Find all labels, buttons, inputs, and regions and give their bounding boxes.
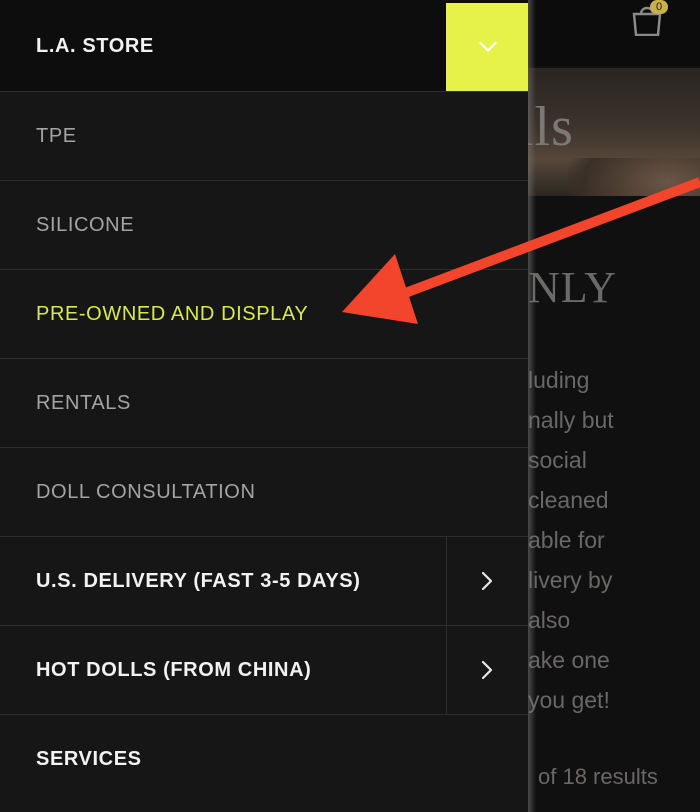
section-title: NLY xyxy=(528,263,618,312)
hero-figure xyxy=(568,158,700,196)
paragraph-line: cleaned xyxy=(528,487,609,513)
paragraph-line: you get! xyxy=(528,687,610,713)
submenu-item-label: PRE-OWNED AND DISPLAY xyxy=(36,303,309,325)
menu-item-label: L.A. STORE xyxy=(36,35,154,57)
paragraph-line: also xyxy=(528,607,571,633)
submenu-item-doll-consultation[interactable]: DOLL CONSULTATION xyxy=(0,448,528,537)
submenu-item-label: SILICONE xyxy=(36,214,135,236)
chevron-right-icon xyxy=(481,660,493,680)
results-count: of 18 results xyxy=(538,764,658,789)
paragraph-line: nally but xyxy=(528,407,614,433)
expand-submenu-button[interactable] xyxy=(446,626,528,715)
submenu-item-label: TPE xyxy=(36,125,77,147)
paragraph-line: livery by xyxy=(528,567,613,593)
submenu-item-label: DOLL CONSULTATION xyxy=(36,481,256,503)
submenu-item-pre-owned-and-display[interactable]: PRE-OWNED AND DISPLAY xyxy=(0,270,528,359)
menu-item-label: HOT DOLLS (FROM CHINA) xyxy=(36,659,312,681)
paragraph-line: luding xyxy=(528,367,590,393)
expand-submenu-button[interactable] xyxy=(446,537,528,626)
site-header xyxy=(528,0,700,66)
menu-item-label: U.S. DELIVERY (FAST 3-5 DAYS) xyxy=(36,570,361,592)
chevron-right-icon xyxy=(481,571,493,591)
collapse-submenu-button[interactable] xyxy=(446,3,528,91)
menu-item-services[interactable]: SERVICES xyxy=(0,715,528,804)
description-paragraph: luding nally but social cleaned able for… xyxy=(528,360,700,720)
paragraph-line: ake one xyxy=(528,647,610,673)
drawer-edge-shadow xyxy=(528,0,536,812)
paragraph-line: able for xyxy=(528,527,605,553)
menu-item-us-delivery[interactable]: U.S. DELIVERY (FAST 3-5 DAYS) xyxy=(0,537,528,626)
submenu-item-silicone[interactable]: SILICONE xyxy=(0,181,528,270)
menu-item-label: SERVICES xyxy=(36,748,142,770)
menu-item-hot-dolls[interactable]: HOT DOLLS (FROM CHINA) xyxy=(0,626,528,715)
paragraph-line: social xyxy=(528,447,587,473)
chevron-down-icon xyxy=(479,41,497,52)
navigation-drawer: L.A. STORE TPE SILICONE PRE-OWNED AND DI… xyxy=(0,0,528,812)
submenu-item-tpe[interactable]: TPE xyxy=(0,92,528,181)
cart-count-badge: 0 xyxy=(650,0,668,14)
submenu-item-label: RENTALS xyxy=(36,392,131,414)
submenu-item-rentals[interactable]: RENTALS xyxy=(0,359,528,448)
